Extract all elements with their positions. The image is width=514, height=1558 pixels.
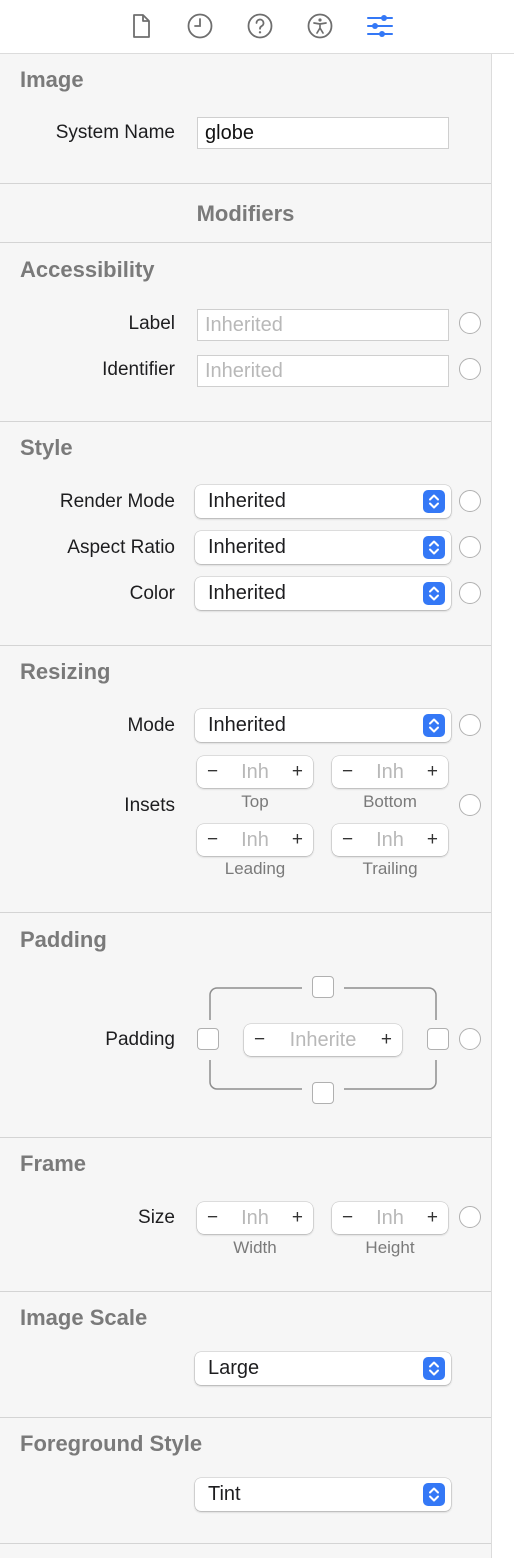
divider [0,645,491,646]
increment-button[interactable]: + [427,756,438,787]
divider [0,912,491,913]
aspect-ratio-value: Inherited [208,536,286,558]
resizing-mode-popup[interactable]: Inherited [195,709,451,742]
help-icon[interactable] [245,11,275,41]
inset-trailing-label: Trailing [362,859,418,878]
padding-value[interactable]: Inherite [244,1024,402,1056]
chevron-updown-icon [423,490,445,513]
padding-top-checkbox[interactable] [312,976,334,998]
color-popup[interactable]: Inherited [195,577,451,610]
increment-button[interactable]: + [427,1202,438,1233]
resizing-mode-radio[interactable] [459,714,481,736]
accessibility-label-field[interactable]: Inherited [197,309,449,341]
increment-button[interactable]: + [292,1202,303,1233]
chevron-updown-icon [423,536,445,559]
accessibility-identifier-label: Identifier [102,359,175,380]
divider [0,242,491,243]
frame-width-label: Width [233,1238,277,1257]
increment-button[interactable]: + [292,824,303,855]
accessibility-icon[interactable] [305,11,335,41]
color-label: Color [129,583,175,604]
modifiers-title: Modifiers [196,201,295,226]
image-scale-value: Large [208,1357,260,1379]
inset-top-label: Top [241,792,269,811]
file-icon[interactable] [126,11,156,41]
chevron-updown-icon [423,582,445,605]
section-title-image-scale: Image Scale [20,1305,148,1330]
sliders-icon[interactable] [365,11,395,41]
divider [0,1543,491,1544]
color-value: Inherited [208,582,286,604]
aspect-ratio-radio[interactable] [459,536,481,558]
accessibility-label-label: Label [128,313,176,334]
divider [0,1291,491,1292]
foreground-style-value: Tint [208,1483,241,1505]
frame-size-label: Size [138,1207,175,1228]
resizing-mode-label: Mode [127,715,175,736]
frame-height-label: Height [365,1238,415,1257]
accessibility-identifier-field[interactable]: Inherited [197,355,449,387]
frame-width-stepper[interactable]: − Inh + [197,1202,313,1234]
section-title-image: Image [20,67,84,92]
padding-stepper[interactable]: − Inherite + [244,1024,402,1056]
section-title-foreground-style: Foreground Style [20,1431,203,1456]
accessibility-identifier-radio[interactable] [459,358,481,380]
render-mode-popup[interactable]: Inherited [195,485,451,518]
render-mode-radio[interactable] [459,490,481,512]
padding-label: Padding [105,1029,175,1050]
inset-top-stepper[interactable]: − Inh + [197,756,313,788]
color-radio[interactable] [459,582,481,604]
divider [0,1417,491,1418]
padding-leading-checkbox[interactable] [197,1028,219,1050]
system-name-label: System Name [55,122,175,143]
divider [0,183,491,184]
foreground-style-popup[interactable]: Tint [195,1478,451,1511]
inspector-tab-bar [0,0,514,54]
insets-label: Insets [124,795,175,816]
padding-radio[interactable] [459,1028,481,1050]
divider [0,1137,491,1138]
chevron-updown-icon [423,1357,445,1380]
inset-leading-stepper[interactable]: − Inh + [197,824,313,856]
render-mode-label: Render Mode [59,491,175,512]
inset-bottom-label: Bottom [363,792,417,811]
inspector-scroll-track [491,54,514,1558]
section-title-style: Style [20,435,73,460]
padding-bottom-checkbox[interactable] [312,1082,334,1104]
section-title-frame: Frame [20,1151,87,1176]
aspect-ratio-popup[interactable]: Inherited [195,531,451,564]
accessibility-label-radio[interactable] [459,312,481,334]
section-title-padding: Padding [20,927,107,952]
resizing-mode-value: Inherited [208,714,286,736]
system-name-field[interactable]: globe [197,117,449,149]
aspect-ratio-label: Aspect Ratio [67,537,175,558]
padding-trailing-checkbox[interactable] [427,1028,449,1050]
frame-height-stepper[interactable]: − Inh + [332,1202,448,1234]
chevron-updown-icon [423,1483,445,1506]
image-scale-popup[interactable]: Large [195,1352,451,1385]
increment-button[interactable]: + [427,824,438,855]
section-title-resizing: Resizing [20,659,111,684]
divider [0,421,491,422]
inset-leading-label: Leading [224,859,286,878]
inset-bottom-stepper[interactable]: − Inh + [332,756,448,788]
increment-button[interactable]: + [381,1024,392,1055]
increment-button[interactable]: + [292,756,303,787]
clock-icon[interactable] [185,11,215,41]
inset-trailing-stepper[interactable]: − Inh + [332,824,448,856]
section-title-accessibility: Accessibility [20,257,155,282]
insets-radio[interactable] [459,794,481,816]
frame-size-radio[interactable] [459,1206,481,1228]
render-mode-value: Inherited [208,490,286,512]
chevron-updown-icon [423,714,445,737]
